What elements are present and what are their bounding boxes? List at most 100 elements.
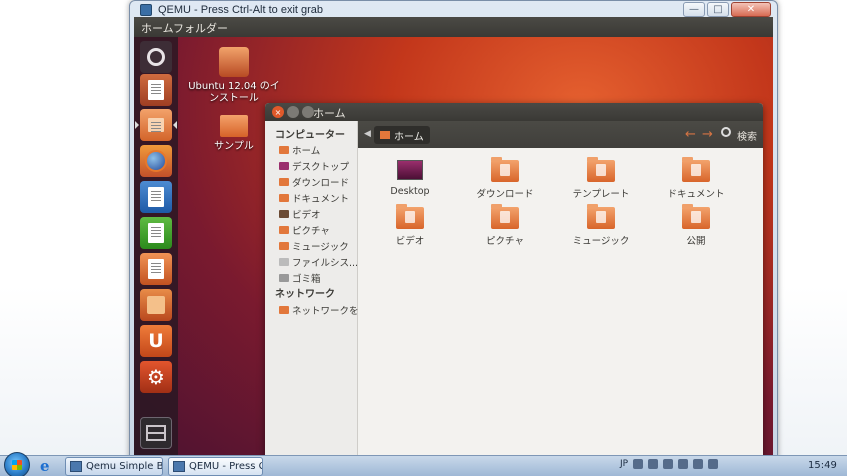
- search-button-label[interactable]: 検索: [737, 128, 757, 143]
- qemu-window-title: QEMU - Press Ctrl-Alt to exit grab: [158, 4, 324, 16]
- breadcrumb-home[interactable]: ホーム: [374, 126, 430, 144]
- close-window-button[interactable]: ×: [272, 106, 284, 118]
- taskbar-button-label: QEMU - Press Ctrl...: [189, 461, 262, 472]
- sidebar-item-home[interactable]: ホーム: [279, 143, 320, 157]
- workspace-icon: [146, 425, 166, 441]
- folder-icon: [148, 118, 164, 132]
- ubuntu-desktop: ホームフォルダー U ⚙ Ubuntu 12.04 のインストール サンプル ×: [134, 17, 773, 462]
- firefox-icon: [145, 150, 167, 172]
- volume-icon[interactable]: [708, 459, 719, 469]
- documents-folder-icon: [279, 194, 289, 202]
- clock[interactable]: 15:49: [808, 460, 837, 471]
- sidebar-item-label: ダウンロード: [292, 178, 350, 189]
- file-item-templates[interactable]: テンプレート: [561, 157, 641, 200]
- home-icon: [380, 131, 390, 139]
- launcher-installer[interactable]: [140, 74, 172, 106]
- sidebar-item-downloads[interactable]: ダウンロード: [279, 175, 349, 189]
- network-icon: [279, 306, 289, 314]
- file-item-pictures[interactable]: ピクチャ: [465, 204, 545, 247]
- app-window-icon: [70, 461, 82, 472]
- sidebar-item-filesystem[interactable]: ファイルシス...: [279, 255, 358, 269]
- sidebar-item-label: ビデオ: [292, 210, 321, 221]
- file-item-videos[interactable]: ビデオ: [370, 204, 450, 247]
- sidebar-item-music[interactable]: ミュージック: [279, 239, 349, 253]
- active-window-title: ホームフォルダー: [141, 22, 229, 35]
- file-item-label: ピクチャ: [486, 236, 524, 247]
- network-tray-icon[interactable]: [693, 459, 704, 469]
- minimize-window-button[interactable]: [287, 106, 299, 118]
- sidebar-item-videos[interactable]: ビデオ: [279, 207, 321, 221]
- qemu-titlebar: QEMU - Press Ctrl-Alt to exit grab: [140, 4, 323, 16]
- installer-icon: [148, 80, 164, 100]
- file-item-desktop[interactable]: Desktop: [370, 160, 450, 197]
- taskbar-button-qemu-simple-boot[interactable]: Qemu Simple Boo...: [65, 457, 163, 476]
- download-folder-icon: [491, 157, 519, 182]
- music-folder-icon: [587, 204, 615, 229]
- desktop-icon-installer[interactable]: Ubuntu 12.04 のインストール: [186, 47, 282, 105]
- close-button[interactable]: ✕: [731, 2, 771, 17]
- ubuntu-one-icon: U: [148, 330, 164, 352]
- minimize-button[interactable]: —: [683, 2, 705, 17]
- launcher-files[interactable]: [140, 109, 172, 141]
- sidebar-item-label: ファイルシス...: [292, 258, 359, 269]
- ime-mode-icon[interactable]: [648, 459, 659, 469]
- launcher-ubuntu-one[interactable]: U: [140, 325, 172, 357]
- video-folder-icon: [396, 204, 424, 229]
- taskbar-button-qemu[interactable]: QEMU - Press Ctrl...: [168, 457, 263, 476]
- desktop-icon: [279, 162, 289, 170]
- file-item-downloads[interactable]: ダウンロード: [465, 157, 545, 200]
- file-manager-window: × ホーム コンピューター ホーム デスクトップ ダウンロード ドキュメント ビ…: [265, 103, 763, 462]
- start-button[interactable]: [4, 452, 30, 476]
- file-manager-toolbar: ◀ ホーム ← → 検索: [358, 121, 763, 148]
- sidebar-item-label: ミュージック: [292, 242, 349, 253]
- tool-icon[interactable]: [663, 459, 674, 469]
- help-icon[interactable]: [678, 459, 689, 469]
- sidebar-item-label: ドキュメント: [292, 194, 350, 205]
- launcher-firefox[interactable]: [140, 145, 172, 177]
- unity-launcher: U ⚙: [134, 37, 178, 462]
- breadcrumb-left-arrow[interactable]: ◀: [364, 129, 371, 139]
- file-item-label: テンプレート: [572, 189, 630, 200]
- sidebar-item-label: ゴミ箱: [292, 274, 321, 285]
- file-item-music[interactable]: ミュージック: [561, 204, 641, 247]
- input-language-indicator[interactable]: JP: [620, 459, 628, 469]
- forward-button[interactable]: →: [702, 127, 713, 142]
- sidebar-item-browse-network[interactable]: ネットワークを...: [279, 303, 368, 317]
- installer-icon: [219, 47, 249, 77]
- drive-icon: [279, 258, 289, 266]
- sidebar-item-trash[interactable]: ゴミ箱: [279, 271, 321, 285]
- launcher-calc[interactable]: [140, 217, 172, 249]
- file-view: Desktop ダウンロード テンプレート ドキュメント ビデオ ピクチャ ミュ…: [358, 148, 763, 462]
- video-icon: [279, 210, 289, 218]
- window-controls: — □ ✕: [683, 2, 771, 17]
- sidebar-item-documents[interactable]: ドキュメント: [279, 191, 349, 205]
- desktop-folder-icon: [397, 160, 423, 180]
- sidebar-item-label: ピクチャ: [292, 226, 330, 237]
- search-icon[interactable]: [721, 127, 731, 137]
- sidebar-item-desktop[interactable]: デスクトップ: [279, 159, 349, 173]
- windows-taskbar: e Qemu Simple Boo... QEMU - Press Ctrl..…: [0, 452, 847, 476]
- sidebar-item-label: ネットワークを...: [292, 306, 368, 317]
- file-item-label: Desktop: [390, 186, 430, 197]
- file-item-documents[interactable]: ドキュメント: [656, 157, 736, 200]
- sidebar-item-label: ホーム: [292, 146, 321, 157]
- file-item-public[interactable]: 公開: [656, 204, 736, 247]
- ime-icon[interactable]: [633, 459, 644, 469]
- launcher-writer[interactable]: [140, 181, 172, 213]
- sidebar-item-pictures[interactable]: ピクチャ: [279, 223, 330, 237]
- desktop-icon-sample[interactable]: サンプル: [204, 115, 264, 153]
- file-manager-title: ホーム: [313, 107, 346, 120]
- app-window-icon: [173, 461, 185, 472]
- breadcrumb-label: ホーム: [394, 131, 424, 143]
- back-button[interactable]: ←: [685, 127, 696, 142]
- desktop-icon-label: Ubuntu 12.04 のインストール: [188, 81, 280, 104]
- launcher-impress[interactable]: [140, 253, 172, 285]
- window-buttons: ×: [272, 106, 314, 118]
- maximize-button[interactable]: □: [707, 2, 729, 17]
- home-icon: [279, 146, 289, 154]
- launcher-settings[interactable]: ⚙: [140, 361, 172, 393]
- launcher-workspace-switcher[interactable]: [140, 417, 172, 449]
- internet-explorer-icon[interactable]: e: [40, 457, 58, 475]
- dash-home-button[interactable]: [140, 41, 172, 73]
- launcher-software-center[interactable]: [140, 289, 172, 321]
